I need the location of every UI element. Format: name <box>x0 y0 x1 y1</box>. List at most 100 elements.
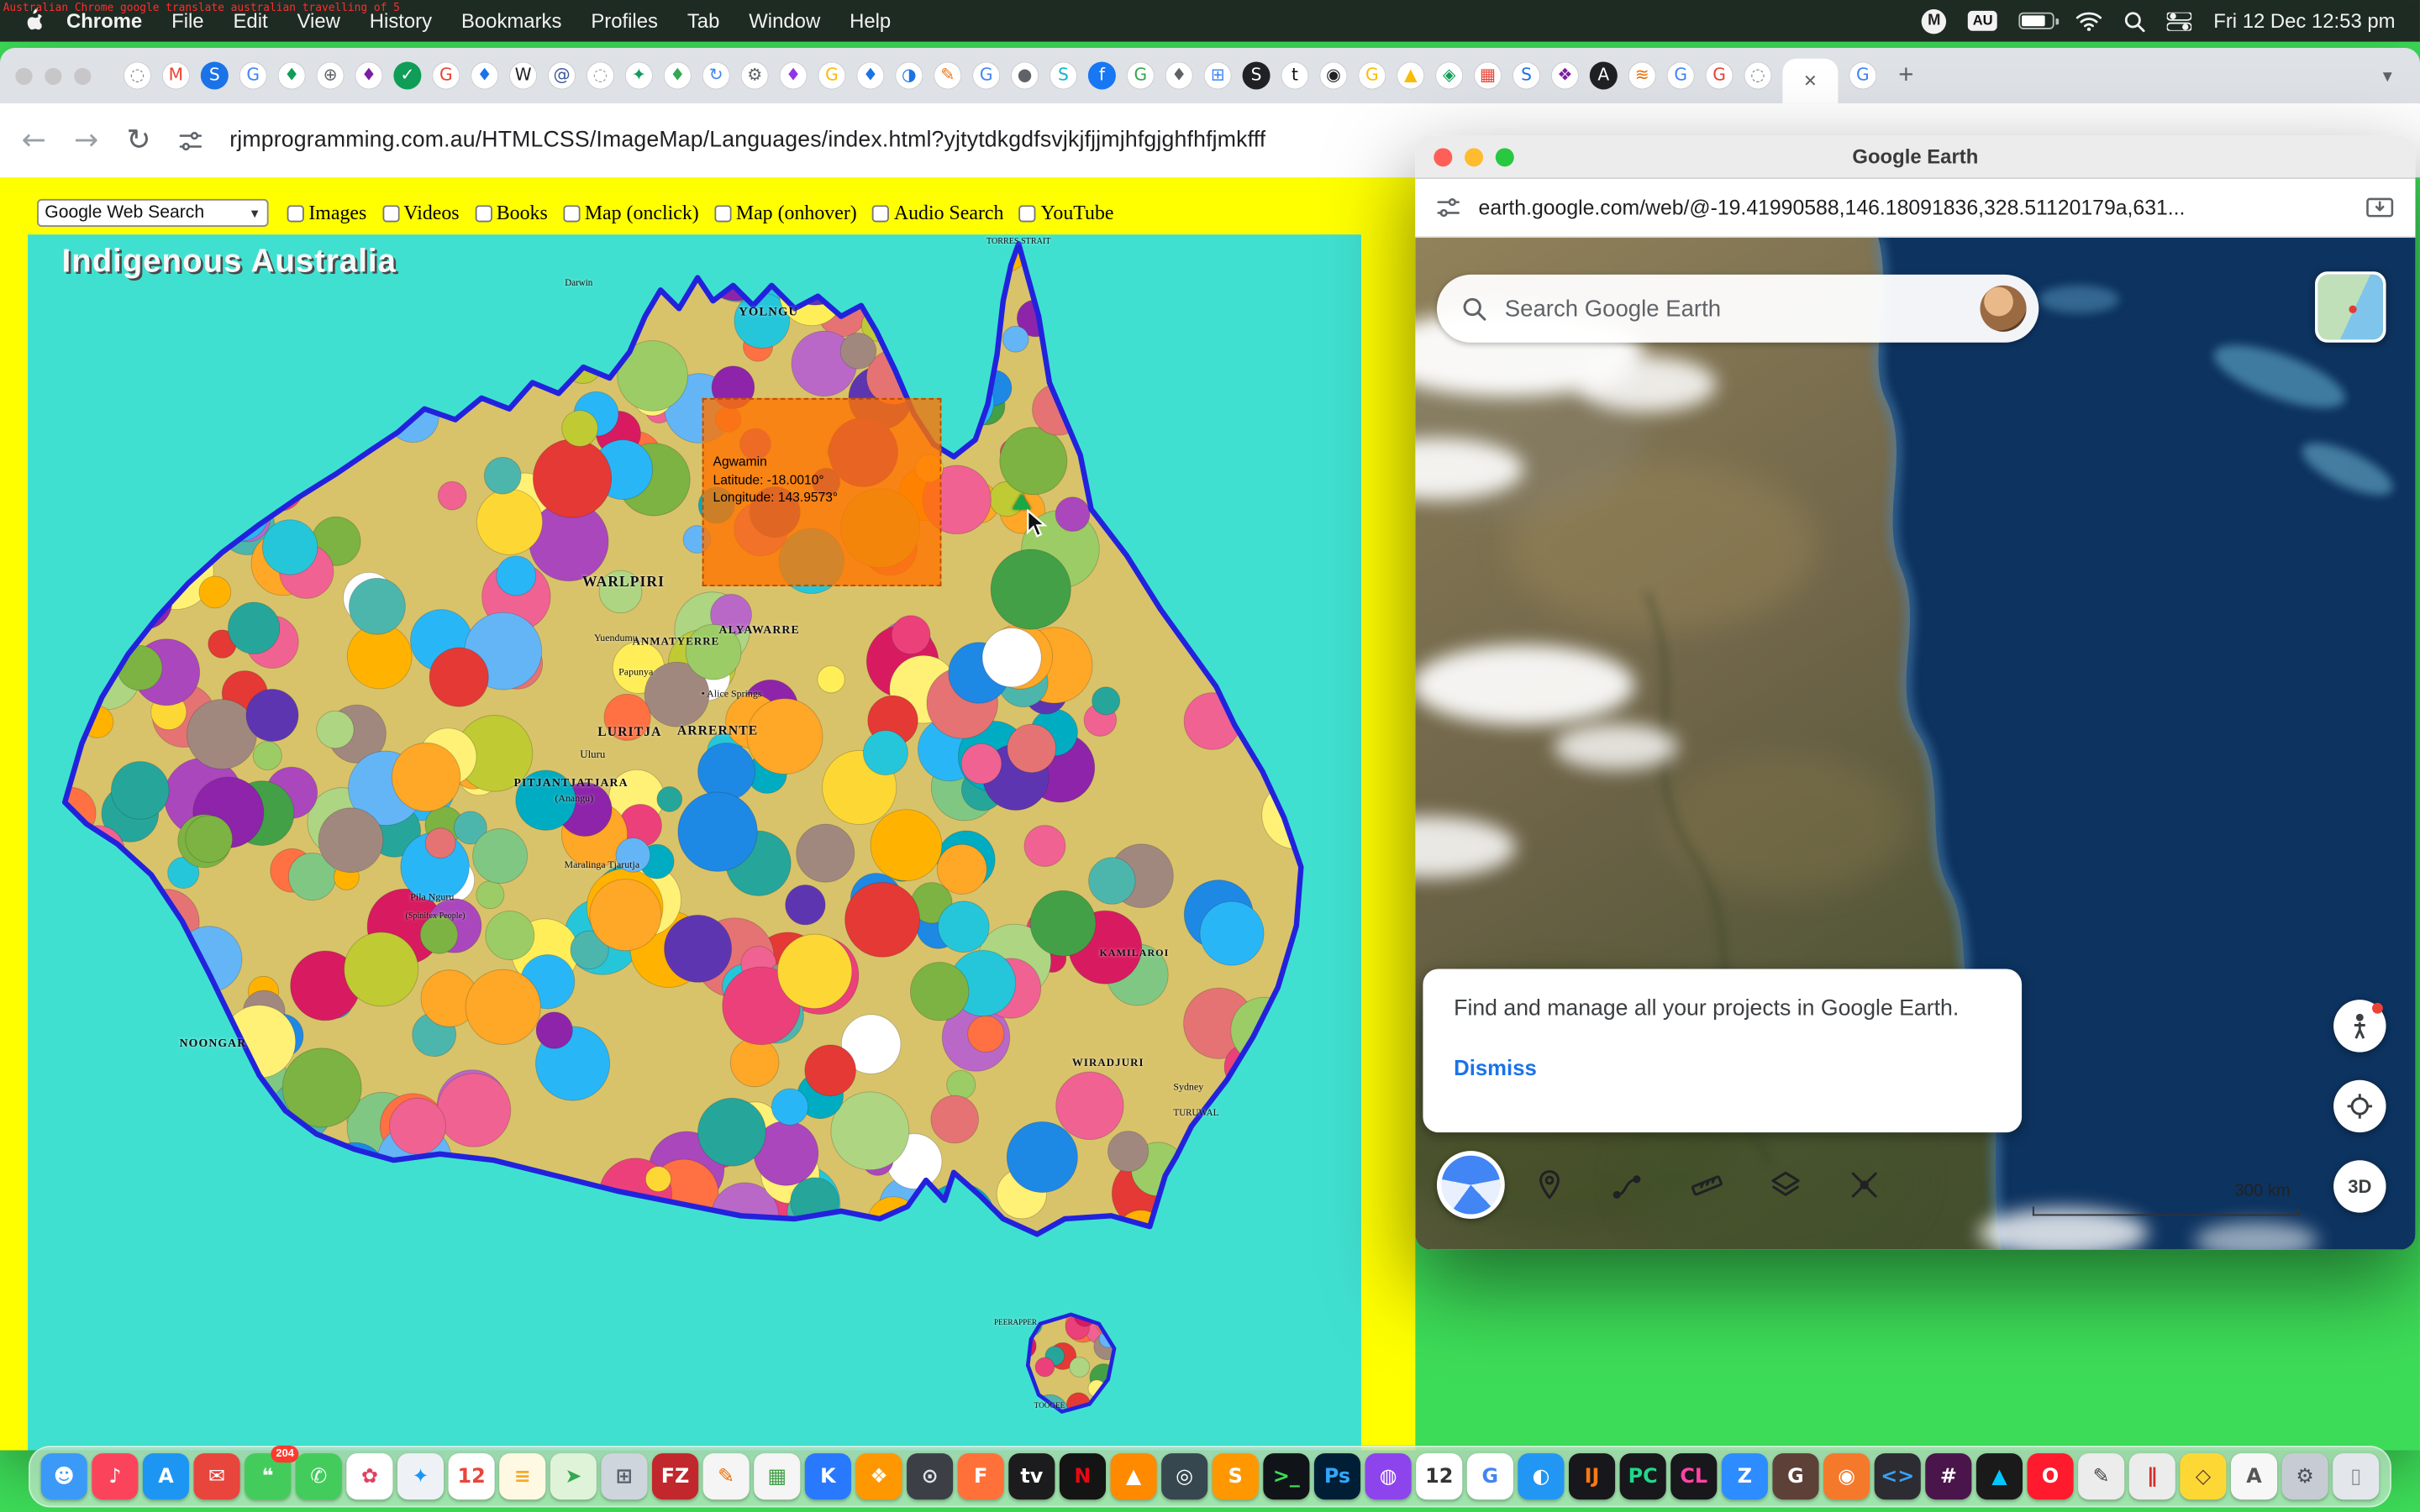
dock-sublime-text[interactable]: S <box>1213 1453 1259 1499</box>
dock-system-settings[interactable]: ⚙ <box>2282 1453 2328 1499</box>
dock-obs[interactable]: ◎ <box>1161 1453 1207 1499</box>
browser-tab[interactable]: S <box>1243 61 1270 89</box>
draw-path-button[interactable] <box>1594 1151 1662 1219</box>
option-videos[interactable]: Videos <box>382 201 460 225</box>
browser-tab[interactable]: M <box>162 61 190 89</box>
dismiss-button[interactable]: Dismiss <box>1454 1055 1537 1079</box>
browser-tab[interactable]: G <box>972 61 1000 89</box>
menu-clock[interactable]: Fri 12 Dec 12:53 pm <box>2213 9 2395 33</box>
browser-tab[interactable]: G <box>239 61 267 89</box>
dock-app-store[interactable]: A <box>143 1453 189 1499</box>
checkbox[interactable] <box>563 204 580 221</box>
option-audio-search[interactable]: Audio Search <box>872 201 1003 225</box>
browser-tab[interactable]: ◌ <box>124 61 151 89</box>
ge-search-bar[interactable]: Search Google Earth <box>1437 275 2039 343</box>
dock-firefox[interactable]: F <box>958 1453 1004 1499</box>
menu-window[interactable]: Window <box>749 9 820 33</box>
address-bar[interactable]: rjmprogramming.com.au/HTMLCSS/ImageMap/L… <box>229 128 1265 152</box>
browser-tab[interactable]: ▲ <box>1397 61 1424 89</box>
menu-tab[interactable]: Tab <box>687 9 720 33</box>
checkbox[interactable] <box>714 204 731 221</box>
option-youtube[interactable]: YouTube <box>1019 201 1114 225</box>
dock-clion[interactable]: CL <box>1670 1453 1717 1499</box>
dock-wacom[interactable]: ✎ <box>2078 1453 2124 1499</box>
dock-calendar[interactable]: 12 <box>449 1453 495 1499</box>
browser-tab[interactable]: ✎ <box>934 61 961 89</box>
site-settings-icon[interactable] <box>179 129 203 152</box>
browser-tab[interactable]: ⚙ <box>741 61 769 89</box>
dock-photoshop[interactable]: Ps <box>1314 1453 1360 1499</box>
option-images[interactable]: Images <box>287 201 367 225</box>
dock-maps[interactable]: ➤ <box>550 1453 597 1499</box>
checkbox[interactable] <box>1019 204 1036 221</box>
dock-photos[interactable]: ✿ <box>346 1453 392 1499</box>
search-engine-select[interactable]: Google Web Search▼ <box>37 199 269 227</box>
dock-trash[interactable]: ▯ <box>2333 1453 2379 1499</box>
tab-search-chevron-icon[interactable]: ▾ <box>2370 65 2404 87</box>
option-map-onclick-[interactable]: Map (onclick) <box>563 201 699 225</box>
add-placemark-button[interactable] <box>1516 1151 1584 1219</box>
dock-opera[interactable]: O <box>2028 1453 2074 1499</box>
browser-tab[interactable]: ◉ <box>1319 61 1347 89</box>
browser-tab[interactable]: ♦ <box>780 61 808 89</box>
wifi-icon[interactable] <box>2076 11 2102 31</box>
dock-vscode[interactable]: <> <box>1875 1453 1921 1499</box>
menu-help[interactable]: Help <box>850 9 891 33</box>
browser-tab[interactable]: ● <box>1011 61 1039 89</box>
dock-podcasts[interactable]: ◍ <box>1365 1453 1412 1499</box>
option-map-onhover-[interactable]: Map (onhover) <box>714 201 857 225</box>
browser-tab[interactable]: ⊕ <box>317 61 345 89</box>
reload-button[interactable]: ↻ <box>126 123 150 157</box>
dock-numbers[interactable]: ▦ <box>754 1453 800 1499</box>
browser-tab[interactable]: S <box>1050 61 1077 89</box>
checkbox[interactable] <box>287 204 304 221</box>
measure-button[interactable] <box>1673 1151 1741 1219</box>
browser-tab[interactable]: G <box>818 61 845 89</box>
ge-site-settings-icon[interactable] <box>1437 196 1460 219</box>
pegman-button[interactable] <box>2333 1000 2386 1052</box>
project-tools-button[interactable] <box>1830 1151 1898 1219</box>
browser-tab[interactable]: @ <box>548 61 576 89</box>
menu-extra-icon[interactable]: M <box>1922 8 1946 33</box>
browser-tab[interactable]: ♦ <box>355 61 382 89</box>
dock-gimp[interactable]: G <box>1772 1453 1818 1499</box>
dock-books[interactable]: ❖ <box>855 1453 902 1499</box>
dock-filezilla[interactable]: FZ <box>652 1453 698 1499</box>
dock-google-earth[interactable]: ◐ <box>1518 1453 1564 1499</box>
back-button[interactable]: ← <box>22 123 46 157</box>
browser-tab[interactable]: ♦ <box>856 61 884 89</box>
overview-map-thumbnail[interactable] <box>2315 271 2386 342</box>
control-center-icon[interactable] <box>2167 12 2191 30</box>
menu-bookmarks[interactable]: Bookmarks <box>461 9 561 33</box>
browser-tab[interactable]: ◈ <box>1435 61 1463 89</box>
dock-terminal[interactable]: >_ <box>1263 1453 1309 1499</box>
indigenous-map-panel[interactable]: Indigenous Australia <box>28 234 1361 1450</box>
3d-toggle-button[interactable]: 3D <box>2333 1160 2386 1212</box>
earth-viewport[interactable]: Search Google Earth Find and manage all … <box>1415 238 2415 1250</box>
dock-launchpad[interactable]: ⊞ <box>601 1453 647 1499</box>
menu-profiles[interactable]: Profiles <box>591 9 658 33</box>
ge-title-bar[interactable]: Google Earth <box>1415 136 2415 179</box>
browser-tab[interactable]: S <box>201 61 229 89</box>
browser-tab[interactable]: G <box>1667 61 1695 89</box>
dock-apple-tv[interactable]: tv <box>1008 1453 1055 1499</box>
dock-affinity[interactable]: ▲ <box>1976 1453 2023 1499</box>
browser-tab[interactable]: S <box>1512 61 1540 89</box>
browser-tab[interactable]: W <box>509 61 537 89</box>
dock-textedit[interactable]: A <box>2231 1453 2277 1499</box>
new-tab-button[interactable]: + <box>1887 57 1924 94</box>
browser-tab[interactable]: ✓ <box>393 61 421 89</box>
browser-tab[interactable]: ≋ <box>1628 61 1656 89</box>
dock-music[interactable]: ♪ <box>92 1453 138 1499</box>
dock-parallels[interactable]: ∥ <box>2129 1453 2175 1499</box>
browser-tab[interactable]: ◌ <box>587 61 614 89</box>
browser-tab[interactable]: ♦ <box>1165 61 1193 89</box>
close-tab-icon[interactable]: ✕ <box>1803 71 1818 91</box>
dock-notes[interactable]: ≡ <box>499 1453 545 1499</box>
checkbox[interactable] <box>475 204 492 221</box>
dock-mail[interactable]: ✉ <box>194 1453 240 1499</box>
dock-chrome[interactable]: G <box>1467 1453 1513 1499</box>
browser-tab[interactable]: G <box>432 61 460 89</box>
input-source-badge[interactable]: AU <box>1968 11 1997 31</box>
battery-icon[interactable] <box>2019 13 2054 29</box>
